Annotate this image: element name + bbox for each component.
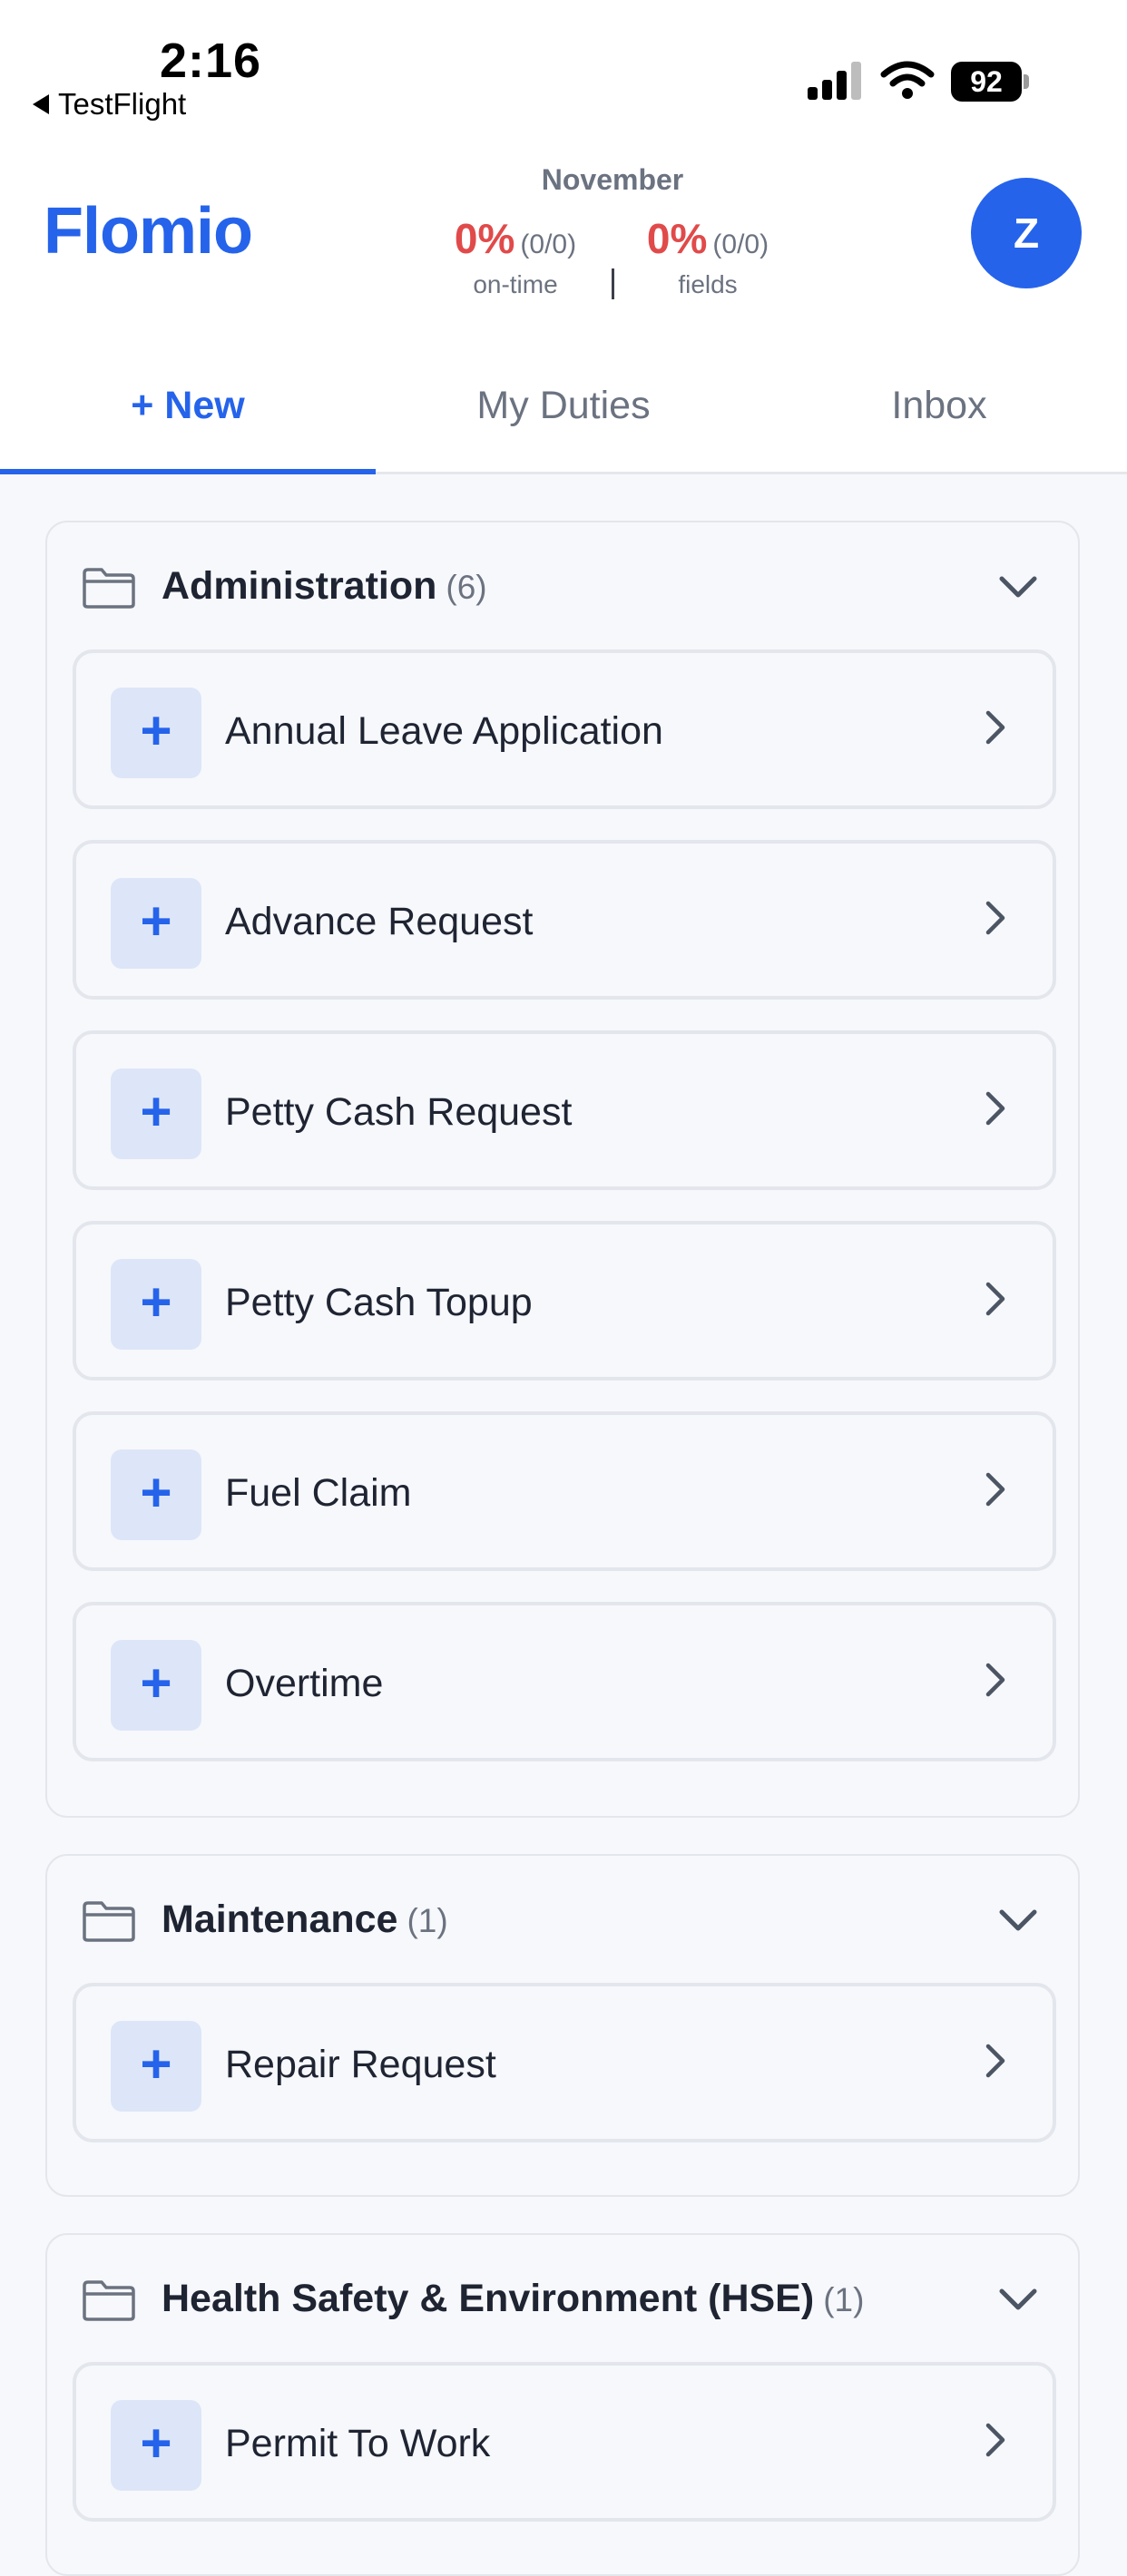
chevron-right-icon xyxy=(985,1091,1005,1126)
plus-icon: + xyxy=(111,2021,201,2112)
section-hse: Health Safety & Environment (HSE) (1) + P… xyxy=(45,2233,1080,2576)
list-item-fuel-claim[interactable]: + Fuel Claim xyxy=(73,1411,1056,1571)
section-count: (6) xyxy=(446,569,487,606)
item-label: Advance Request xyxy=(225,900,534,943)
section-title: Maintenance (1) xyxy=(162,1898,448,1941)
stat-label: fields xyxy=(678,270,738,298)
item-label: Annual Leave Application xyxy=(225,709,663,753)
section-administration: Administration (6) + Annual Leave Applica… xyxy=(45,521,1080,1818)
plus-icon: + xyxy=(111,1259,201,1350)
list-item-petty-cash-topup[interactable]: + Petty Cash Topup xyxy=(73,1221,1056,1381)
item-label: Overtime xyxy=(225,1662,384,1705)
folder-icon xyxy=(83,2280,135,2321)
app-logo: Flomio xyxy=(44,195,253,268)
back-arrow-icon xyxy=(33,94,49,114)
chevron-down-icon[interactable] xyxy=(996,571,1040,602)
plus-icon: + xyxy=(111,1640,201,1731)
stat-label: on-time xyxy=(473,270,558,298)
section-maintenance: Maintenance (1) + Repair Request xyxy=(45,1854,1080,2197)
chevron-right-icon xyxy=(985,901,1005,935)
chevron-right-icon xyxy=(985,2044,1005,2078)
stat-on-time: 0% (0/0) on-time xyxy=(416,214,615,299)
stat-percent: 0% xyxy=(646,215,708,262)
section-count: (1) xyxy=(823,2281,865,2318)
user-avatar[interactable]: Z xyxy=(971,178,1082,288)
list-item-advance-request[interactable]: + Advance Request xyxy=(73,840,1056,1000)
battery-icon: 92 xyxy=(951,62,1029,102)
item-label: Repair Request xyxy=(225,2043,496,2086)
section-header[interactable]: Administration (6) xyxy=(47,522,1078,649)
plus-icon: + xyxy=(111,1449,201,1540)
status-time: 2:16 xyxy=(160,34,262,88)
item-label: Petty Cash Topup xyxy=(225,1281,533,1324)
back-to-testflight[interactable]: TestFlight xyxy=(33,87,186,122)
chevron-down-icon[interactable] xyxy=(996,2284,1040,2315)
list-item-overtime[interactable]: + Overtime xyxy=(73,1602,1056,1761)
cellular-signal-icon xyxy=(808,62,861,100)
status-bar: 2:16 TestFlight 92 xyxy=(0,0,1127,136)
stat-fields: 0% (0/0) fields xyxy=(608,214,808,299)
stats-month: November xyxy=(541,163,684,196)
chevron-right-icon xyxy=(985,1663,1005,1697)
back-label: TestFlight xyxy=(58,87,187,121)
section-count: (1) xyxy=(407,1902,448,1939)
item-label: Petty Cash Request xyxy=(225,1090,573,1134)
stat-percent: 0% xyxy=(454,215,515,262)
chevron-right-icon xyxy=(985,2423,1005,2457)
section-header[interactable]: Maintenance (1) xyxy=(47,1856,1078,1983)
active-tab-indicator xyxy=(0,469,376,474)
chevron-right-icon xyxy=(985,1472,1005,1507)
app-header: Flomio November 0% (0/0) on-time 0% (0/0) … xyxy=(0,136,1127,343)
folder-icon xyxy=(83,568,135,609)
folder-icon xyxy=(83,1901,135,1942)
item-label: Fuel Claim xyxy=(225,1471,412,1515)
stat-count: (0/0) xyxy=(520,229,577,259)
list-item-permit-to-work[interactable]: + Permit To Work xyxy=(73,2362,1056,2522)
section-title: Administration (6) xyxy=(162,564,487,608)
plus-icon: + xyxy=(111,688,201,778)
chevron-right-icon xyxy=(985,710,1005,745)
chevron-right-icon xyxy=(985,1282,1005,1316)
section-title: Health Safety & Environment (HSE) (1) xyxy=(162,2277,865,2320)
chevron-down-icon[interactable] xyxy=(996,1905,1040,1936)
tab-bar: + New My Duties Inbox xyxy=(0,341,1127,474)
item-label: Permit To Work xyxy=(225,2422,491,2465)
battery-level: 92 xyxy=(951,62,1022,102)
tab-inbox[interactable]: Inbox xyxy=(751,341,1127,472)
wifi-icon xyxy=(880,61,935,99)
plus-icon: + xyxy=(111,2400,201,2491)
list-item-annual-leave-application[interactable]: + Annual Leave Application xyxy=(73,649,1056,809)
stat-count: (0/0) xyxy=(712,229,769,259)
list-item-petty-cash-request[interactable]: + Petty Cash Request xyxy=(73,1030,1056,1190)
plus-icon: + xyxy=(111,1068,201,1159)
section-header[interactable]: Health Safety & Environment (HSE) (1) xyxy=(47,2235,1078,2362)
plus-icon: + xyxy=(111,878,201,969)
tab-my-duties[interactable]: My Duties xyxy=(376,341,751,472)
list-item-repair-request[interactable]: + Repair Request xyxy=(73,1983,1056,2142)
tab-new[interactable]: + New xyxy=(0,341,376,472)
